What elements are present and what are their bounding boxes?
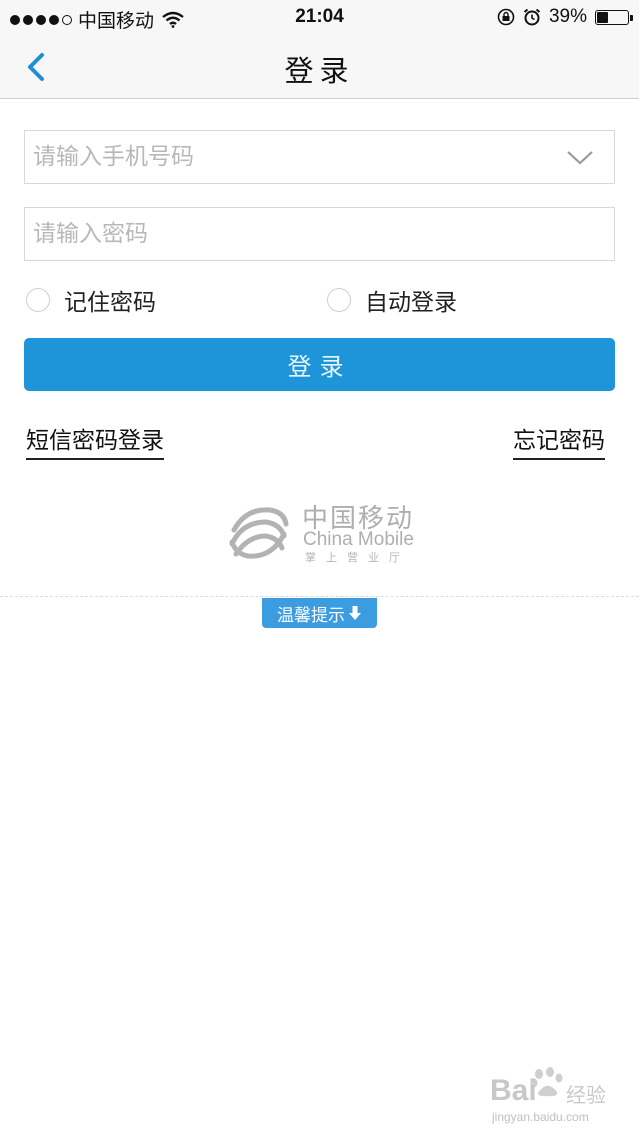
dashed-divider [0,596,639,597]
login-button[interactable]: 登录 [24,338,615,391]
baidu-watermark: Bai 经验 jingyan.baidu.com [486,1066,626,1128]
password-input[interactable] [25,208,553,260]
forgot-password-link[interactable]: 忘记密码 [513,421,605,460]
auto-login-label: 自动登录 [365,290,457,316]
nav-bar: 登录 [0,34,639,99]
sms-login-link[interactable]: 短信密码登录 [26,421,164,460]
logo-english: China Mobile [303,529,414,550]
status-bar: 中国移动 21:04 39% [0,0,639,34]
battery-percent: 39% [548,6,587,27]
auto-login-option[interactable]: 自动登录 [327,283,457,317]
watermark-url: jingyan.baidu.com [492,1110,589,1124]
auto-login-radio[interactable] [327,288,351,312]
logo-subtitle: 掌上营业厅 [305,551,410,564]
rotation-lock-icon [497,8,515,26]
watermark-brand: Bai [490,1074,537,1107]
chevron-down-icon [567,151,593,165]
battery-icon [595,9,633,25]
china-mobile-logo: 中国移动 China Mobile 掌上营业厅 [226,498,416,568]
remember-password-radio[interactable] [26,288,50,312]
page-title: 登录 [284,54,355,88]
tip-label: 温馨提示 [277,605,345,626]
china-mobile-emblem-icon [229,507,289,559]
phone-input[interactable] [25,131,553,183]
phone-field [24,130,615,184]
status-right: 39% [497,6,633,28]
tip-button[interactable]: 温馨提示 [262,598,377,628]
watermark-brand-cn: 经验 [566,1083,606,1107]
password-field [24,207,615,261]
phone-dropdown-button[interactable] [566,146,594,168]
remember-password-option[interactable]: 记住密码 [26,283,156,317]
alarm-icon [523,8,541,26]
remember-password-label: 记住密码 [64,290,156,316]
arrow-down-icon [349,606,361,620]
